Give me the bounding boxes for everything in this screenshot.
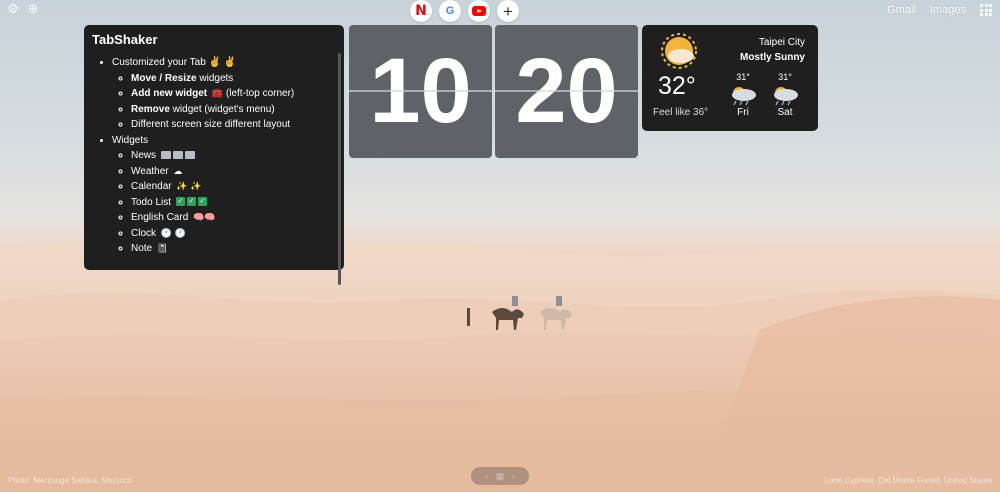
add-shortcut-button[interactable]: +	[497, 0, 519, 22]
list-item: Widgets News Weather ☁ Calendar ✨ ✨ Todo…	[112, 133, 336, 257]
checkbox-icon: ✓	[197, 197, 207, 207]
clock-hours[interactable]: 10	[349, 25, 492, 158]
weather-widget[interactable]: Taipei City Mostly Sunny 32° Feel like 3…	[642, 25, 818, 131]
list-item: Add new widget 🧰 (left-top corner)	[131, 86, 336, 102]
list-item: Remove widget (widget's menu)	[131, 102, 336, 118]
youtube-shortcut[interactable]	[468, 0, 490, 22]
notepad-icon: 📓	[156, 243, 169, 253]
cloud-icon: ☁	[173, 165, 183, 176]
widget-title: TabShaker	[92, 32, 158, 47]
clock-minutes[interactable]: 20	[495, 25, 638, 158]
city-name: Taipei City	[758, 37, 805, 48]
checkbox-icon: ✓	[186, 197, 196, 207]
list-item: Customized your Tab ✌️ ✌️ Move / Resize …	[112, 55, 336, 133]
gear-icon[interactable]: ⚙	[6, 2, 20, 16]
clock-icon: 🕐 🕐	[160, 227, 186, 238]
brain-icon: 🧠🧠	[193, 212, 216, 222]
toolbox-icon: 🧰	[211, 88, 224, 98]
page-switcher: ‹ ▦ ›	[471, 467, 529, 485]
current-temperature: 32°	[658, 72, 696, 100]
photo-credit-right[interactable]: Lone Cypress, Del Monte Forest, United S…	[824, 476, 992, 485]
apps-grid-icon[interactable]	[980, 4, 992, 16]
gmail-link[interactable]: Gmail	[887, 4, 916, 16]
plus-icon[interactable]: ⊕	[26, 2, 40, 16]
rain-cloud-icon	[732, 87, 756, 106]
grid-icon[interactable]: ▦	[496, 471, 505, 482]
netflix-shortcut[interactable]: N	[410, 0, 432, 22]
chevron-right-icon[interactable]: ›	[512, 471, 515, 481]
forecast-day: 31° Sat	[767, 72, 803, 118]
photo-credit-left[interactable]: Photo: Merzouga Sahara, Morocco	[8, 476, 132, 485]
images-link[interactable]: Images	[930, 4, 966, 16]
sparkles-icon: ✨ ✨	[176, 181, 202, 191]
newspaper-icon	[184, 151, 195, 160]
rain-cloud-icon	[774, 87, 798, 106]
weather-condition: Mostly Sunny	[739, 52, 805, 63]
list-item: English Card 🧠🧠	[131, 210, 336, 226]
feels-like: Feel like 36°	[653, 107, 709, 118]
list-item: Clock 🕐 🕐	[131, 226, 336, 242]
chevron-left-icon[interactable]: ‹	[485, 471, 488, 481]
scrollbar[interactable]	[338, 53, 341, 285]
list-item: Move / Resize widgets	[131, 71, 336, 87]
list-item: Weather ☁	[131, 164, 336, 180]
google-icon: G	[445, 5, 455, 17]
shortcut-bar: N G +	[410, 0, 519, 22]
newspaper-icon	[172, 151, 183, 160]
youtube-icon	[472, 6, 486, 16]
netflix-icon: N	[415, 3, 427, 19]
sun-cloud-icon	[661, 33, 697, 69]
feature-list: Customized your Tab ✌️ ✌️ Move / Resize …	[92, 55, 336, 257]
google-shortcut[interactable]: G	[439, 0, 461, 22]
forecast-day: 31° Fri	[725, 72, 761, 118]
list-item: Different screen size different layout	[131, 117, 336, 133]
list-item: Todo List ✓✓✓	[131, 195, 336, 211]
list-item: News	[131, 148, 336, 164]
newspaper-icon	[160, 151, 171, 160]
checkbox-icon: ✓	[175, 197, 185, 207]
tabshaker-widget[interactable]: TabShaker Customized your Tab ✌️ ✌️ Move…	[84, 25, 344, 285]
list-item: Note 📓	[131, 241, 336, 257]
plus-icon: +	[503, 1, 513, 21]
list-item: Calendar ✨ ✨	[131, 179, 336, 195]
